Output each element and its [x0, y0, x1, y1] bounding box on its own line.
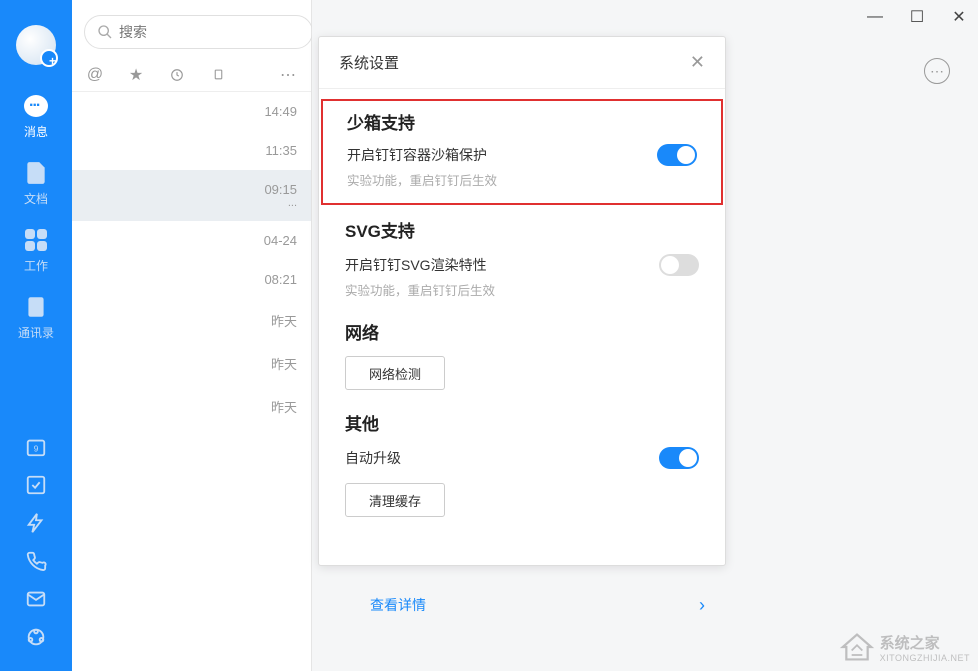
sandbox-section-highlighted: 少箱支持 开启钉钉容器沙箱保护 实验功能，重启钉钉后生效	[321, 99, 723, 205]
chat-item[interactable]: 11:35	[72, 131, 311, 170]
panel-header: 系统设置 ✕	[319, 37, 725, 89]
settings-panel: 系统设置 ✕ 少箱支持 开启钉钉容器沙箱保护 实验功能，重启钉钉后生效 SVG支…	[318, 36, 726, 566]
window-controls: — ☐ ✕	[868, 10, 966, 24]
nav-work-label: 工作	[24, 257, 48, 274]
chat-items: 14:49 11:35 09:15 ... 04-24 08:21 昨天 昨天 …	[72, 92, 311, 671]
close-button[interactable]: ✕	[952, 10, 966, 24]
search-icon	[97, 24, 113, 40]
nav-contacts[interactable]: 通讯录	[0, 284, 72, 351]
chat-item-selected[interactable]: 09:15 ...	[72, 170, 311, 221]
filter-row: @ ★ ⋯	[72, 59, 311, 92]
panel-close-button[interactable]: ✕	[690, 52, 705, 73]
svg-desc: 实验功能，重启钉钉后生效	[345, 280, 699, 299]
more-options-button[interactable]: ⋯	[924, 58, 950, 84]
chat-item[interactable]: 昨天	[72, 385, 311, 428]
calendar-icon[interactable]: 9	[0, 428, 72, 466]
search-box[interactable]	[84, 15, 313, 49]
lightning-icon[interactable]	[0, 504, 72, 542]
chat-sub: ...	[288, 197, 297, 209]
watermark: 系统之家 XITONGZHIJIA.NET	[839, 631, 970, 663]
svg-section: SVG支持 开启钉钉SVG渲染特性 实验功能，重启钉钉后生效	[319, 211, 725, 313]
auto-upgrade-label: 自动升级	[345, 448, 401, 468]
nav-messages[interactable]: 消息	[0, 83, 72, 150]
view-details-link[interactable]: 查看详情 ›	[370, 590, 705, 620]
chat-item[interactable]: 14:49	[72, 92, 311, 131]
cloud-icon[interactable]	[0, 618, 72, 656]
mail-icon[interactable]	[0, 580, 72, 618]
chat-time: 昨天	[271, 397, 297, 416]
chat-item[interactable]: 昨天	[72, 342, 311, 385]
document-icon	[23, 160, 49, 186]
chat-item[interactable]: 昨天	[72, 299, 311, 342]
view-details-label: 查看详情	[370, 595, 426, 615]
nav-docs-label: 文档	[24, 190, 48, 207]
sandbox-label: 开启钉钉容器沙箱保护	[347, 145, 487, 165]
search-input[interactable]	[119, 24, 300, 40]
clear-cache-button[interactable]: 清理缓存	[345, 483, 445, 517]
watermark-text: 系统之家	[880, 632, 970, 653]
auto-upgrade-row: 自动升级	[345, 447, 699, 469]
other-title: 其他	[345, 410, 699, 435]
chat-time: 昨天	[271, 354, 297, 373]
panel-body: 少箱支持 开启钉钉容器沙箱保护 实验功能，重启钉钉后生效 SVG支持 开启钉钉S…	[319, 89, 725, 565]
work-icon	[23, 227, 49, 253]
network-section: 网络 网络检测	[319, 313, 725, 404]
sidebar-bottom: 9	[0, 428, 72, 671]
chat-item[interactable]: 08:21	[72, 260, 311, 299]
nav-work[interactable]: 工作	[0, 217, 72, 284]
more-filters-icon[interactable]: ⋯	[280, 67, 296, 83]
contacts-icon	[23, 294, 49, 320]
chat-item[interactable]: 04-24	[72, 221, 311, 260]
network-detect-button[interactable]: 网络检测	[345, 356, 445, 390]
chevron-right-icon: ›	[699, 595, 705, 616]
svg-row: 开启钉钉SVG渲染特性	[345, 254, 699, 276]
chat-time: 昨天	[271, 311, 297, 330]
chat-time: 14:49	[264, 104, 297, 119]
svg-text:9: 9	[34, 445, 39, 454]
flag-icon[interactable]	[210, 67, 226, 83]
svg-label: 开启钉钉SVG渲染特性	[345, 255, 487, 275]
chat-time: 04-24	[264, 233, 297, 248]
sandbox-toggle[interactable]	[657, 144, 697, 166]
maximize-button[interactable]: ☐	[910, 10, 924, 24]
user-avatar[interactable]	[16, 25, 56, 65]
panel-title: 系统设置	[339, 52, 399, 73]
house-icon	[839, 631, 875, 663]
sandbox-title: 少箱支持	[347, 109, 697, 134]
chat-time: 11:35	[265, 143, 297, 158]
clock-icon[interactable]	[169, 67, 185, 83]
chat-time: 08:21	[264, 272, 297, 287]
search-row: +	[72, 0, 311, 59]
phone-icon[interactable]	[0, 542, 72, 580]
nav-contacts-label: 通讯录	[18, 324, 54, 341]
network-title: 网络	[345, 319, 699, 344]
svg-toggle[interactable]	[659, 254, 699, 276]
nav-messages-label: 消息	[24, 123, 48, 140]
sandbox-desc: 实验功能，重启钉钉后生效	[347, 170, 697, 189]
chat-list-panel: + @ ★ ⋯ 14:49 11:35 09:15 ... 04-24 08:2…	[72, 0, 312, 671]
at-icon[interactable]: @	[87, 67, 103, 83]
checkbox-icon[interactable]	[0, 466, 72, 504]
chat-time: 09:15	[264, 182, 297, 197]
auto-upgrade-toggle[interactable]	[659, 447, 699, 469]
star-icon[interactable]: ★	[128, 67, 144, 83]
watermark-subtext: XITONGZHIJIA.NET	[880, 653, 970, 663]
nav-docs[interactable]: 文档	[0, 150, 72, 217]
sidebar: 消息 文档 工作 通讯录 9	[0, 0, 72, 671]
svg-title: SVG支持	[345, 217, 699, 242]
other-section: 其他 自动升级 清理缓存	[319, 404, 725, 531]
minimize-button[interactable]: —	[868, 10, 882, 24]
sandbox-row: 开启钉钉容器沙箱保护	[347, 144, 697, 166]
message-icon	[23, 93, 49, 119]
